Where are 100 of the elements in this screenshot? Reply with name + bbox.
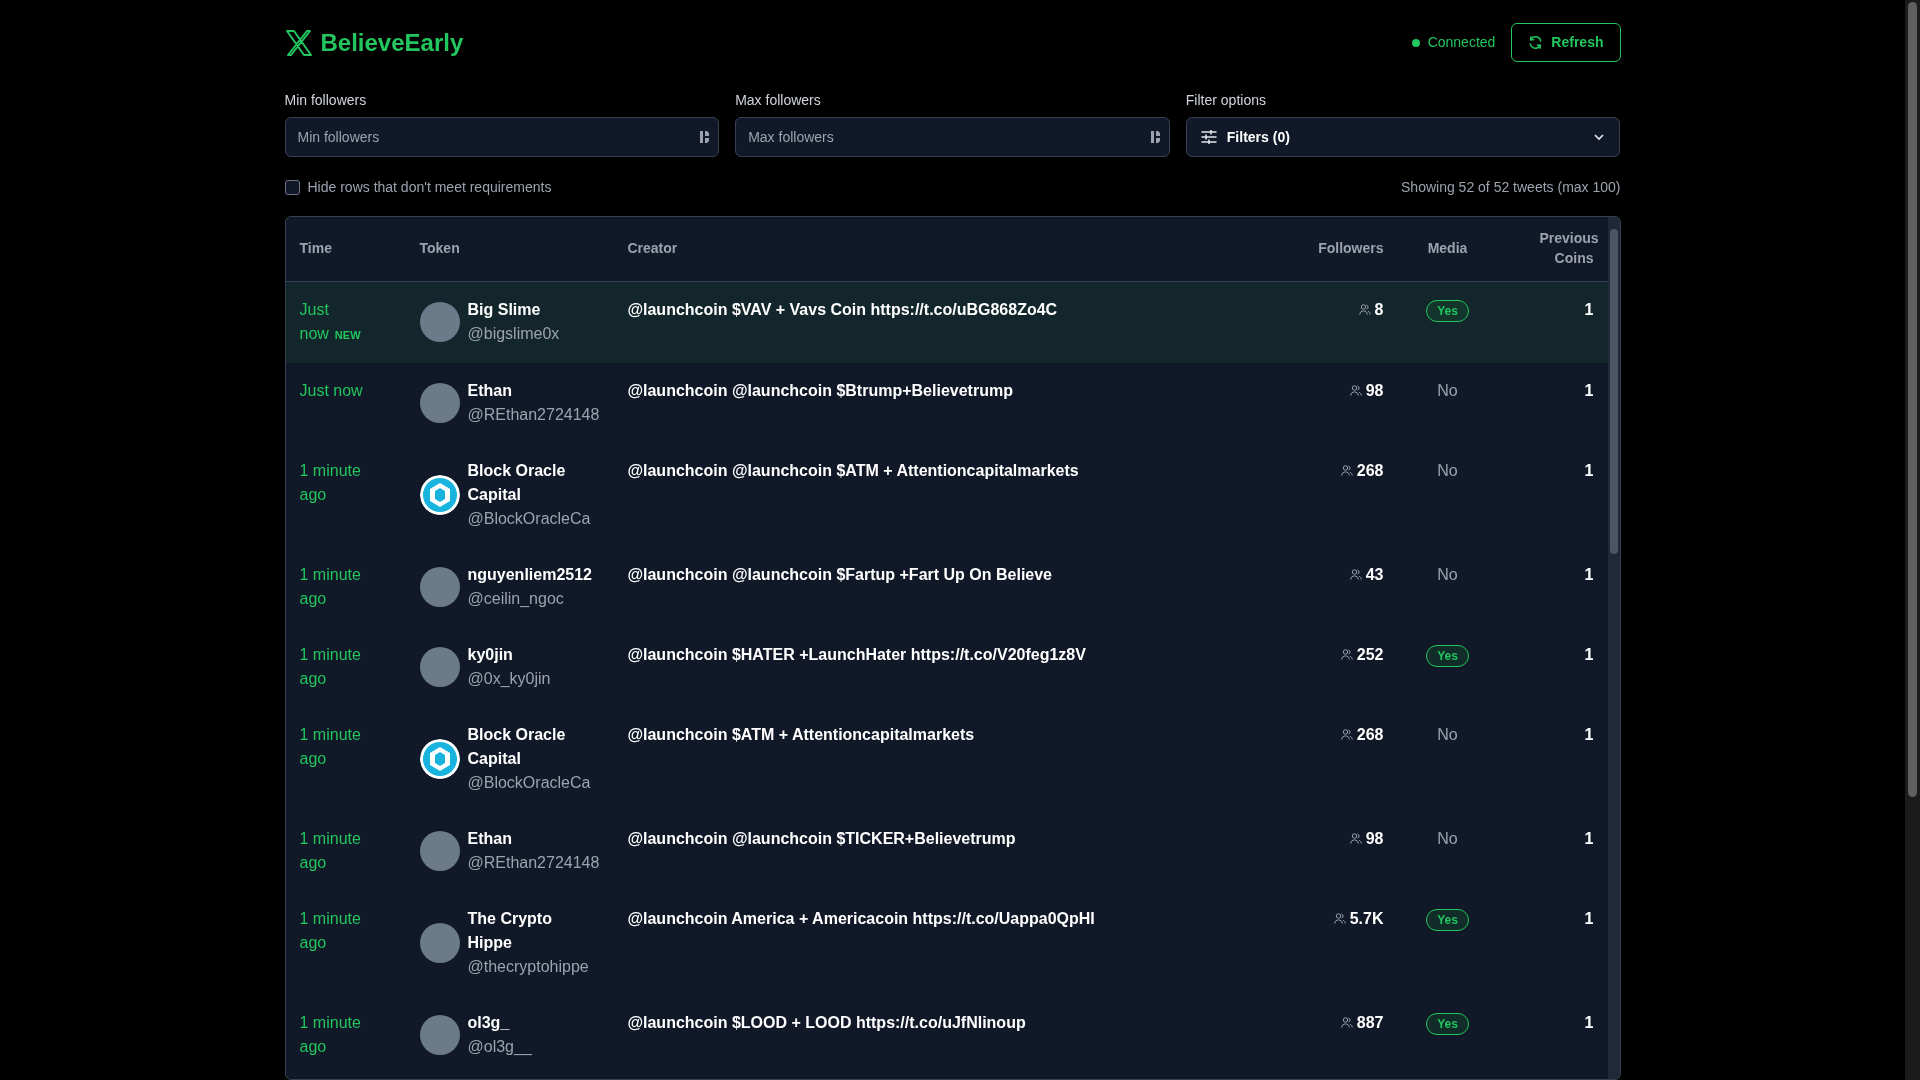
time-text: 1 minute ago: [299, 1013, 361, 1055]
people-icon: [1358, 304, 1371, 315]
people-icon: [1333, 913, 1346, 924]
refresh-icon: [1528, 35, 1544, 50]
creator-handle: @BlockOracleCa: [467, 772, 592, 793]
creator-name: ol3g_: [467, 1012, 511, 1033]
scrollbar[interactable]: [1607, 217, 1620, 1079]
creator-name: Ethan: [467, 380, 513, 401]
time-text: Just now: [299, 300, 329, 342]
avatar-placeholder: [419, 301, 460, 342]
people-icon: [1340, 729, 1353, 740]
media-text: No: [1437, 381, 1458, 399]
avatar-placeholder: [419, 566, 460, 607]
media-badge: Yes: [1426, 1012, 1469, 1035]
hexagon-logo-icon: [419, 474, 460, 515]
avatar-placeholder: [419, 382, 460, 423]
people-icon: [1340, 1017, 1353, 1028]
chevron-down-icon: [1593, 133, 1606, 141]
filter-label: Max followers: [735, 91, 822, 110]
creator-name: The Crypto Hippe: [467, 908, 553, 953]
app-title: BelieveEarly: [320, 27, 464, 58]
avatar-placeholder: [419, 1014, 460, 1055]
filter-label: Filter options: [1185, 91, 1267, 110]
time-text: 1 minute ago: [299, 565, 361, 607]
media-text: No: [1437, 829, 1458, 847]
people-icon: [1349, 385, 1362, 396]
follower-count: 43: [1365, 564, 1384, 585]
tweet-text: @launchcoin @launchcoin $TICKER+Believetrump: [627, 829, 1016, 847]
previous-coins-count: 1: [1584, 829, 1594, 847]
spinner-icon[interactable]: [1150, 130, 1161, 144]
tweet-text: @launchcoin America + Americacoin https://t.co/Uappa0QpHI: [627, 909, 1095, 927]
tweet-text: @launchcoin @launchcoin $Fartup +Fart Up On Believe: [627, 565, 1052, 583]
media-text: No: [1437, 725, 1458, 743]
tweet-text: @launchcoin @launchcoin $ATM + Attentioncapitalmarkets: [627, 461, 1079, 479]
media-badge: Yes: [1426, 908, 1469, 931]
number-input-field[interactable]: Max followers: [735, 117, 1170, 157]
time-text: 1 minute ago: [299, 725, 361, 767]
scrollbar[interactable]: [1905, 0, 1920, 1080]
column-header: Media: [1427, 240, 1468, 257]
creator-handle: @REthan2724148: [467, 404, 600, 425]
creator-name: Ethan: [467, 828, 513, 849]
follower-count: 5.7K: [1349, 908, 1384, 929]
media-badge: Yes: [1426, 299, 1469, 322]
connection-status: Connected: [1427, 33, 1496, 52]
tweet-text: @launchcoin $HATER +LaunchHater https://t.co/V20feg1z8V: [627, 645, 1086, 663]
avatar-placeholder: [419, 646, 460, 687]
time-text: 1 minute ago: [299, 461, 361, 503]
previous-coins-count: 1: [1584, 381, 1594, 399]
creator-handle: @ceilin_ngoc: [467, 588, 565, 609]
column-header: Creator: [627, 240, 678, 257]
previous-coins-count: 1: [1584, 725, 1594, 743]
follower-count: 268: [1356, 724, 1384, 745]
checkbox-label: Hide rows that don't meet requirements: [307, 178, 552, 197]
previous-coins-count: 1: [1584, 300, 1594, 318]
time-text: 1 minute ago: [299, 645, 361, 687]
previous-coins-count: 1: [1584, 461, 1594, 479]
number-input-field[interactable]: Min followers: [284, 117, 720, 157]
column-header: Followers: [1318, 240, 1384, 257]
refresh-button[interactable]: Refresh: [1511, 23, 1621, 62]
creator-name: Big Slime: [467, 299, 542, 320]
creator-handle: @bigslime0x: [467, 323, 560, 344]
creator-name: ky0jin: [467, 644, 514, 665]
creator-handle: @thecryptohippe: [467, 956, 590, 977]
follower-count: 98: [1365, 828, 1384, 849]
creator-handle: @REthan2724148: [467, 852, 600, 873]
follower-count: 8: [1374, 299, 1384, 320]
follower-count: 252: [1356, 644, 1384, 665]
checkbox[interactable]: [284, 180, 300, 195]
media-text: No: [1437, 565, 1458, 583]
time-text: 1 minute ago: [299, 909, 361, 951]
tweet-text: @launchcoin $LOOD + LOOD https://t.co/uJfNlinoup: [627, 1013, 1026, 1031]
avatar-placeholder: [419, 922, 460, 963]
time-text: Just now: [299, 381, 363, 399]
spinner-icon[interactable]: [700, 130, 711, 144]
filters-dropdown[interactable]: Filters (0): [1185, 117, 1621, 157]
tweet-text: @launchcoin $ATM + Attentioncapitalmarkets: [627, 725, 975, 743]
creator-handle: @ol3g__: [467, 1036, 532, 1057]
tweet-text: @launchcoin @launchcoin $Btrump+Believetrump: [627, 381, 1013, 399]
hexagon-logo-icon: [419, 738, 460, 779]
creator-name: nguyenliem2512: [467, 564, 592, 585]
media-text: No: [1437, 461, 1458, 479]
previous-coins-count: 1: [1584, 565, 1594, 583]
x-logo-icon: [284, 29, 313, 56]
follower-count: 268: [1356, 460, 1384, 481]
avatar-placeholder: [419, 830, 460, 871]
previous-coins-count: 1: [1584, 1013, 1594, 1031]
column-header: Token: [419, 240, 460, 257]
media-badge: Yes: [1426, 644, 1469, 667]
previous-coins-count: 1: [1584, 909, 1594, 927]
creator-handle: @0x_ky0jin: [467, 668, 551, 689]
column-header: Time: [299, 240, 332, 257]
people-icon: [1340, 465, 1353, 476]
tweet-count-summary: Showing 52 of 52 tweets (max 100): [1401, 178, 1621, 197]
sliders-icon: [1200, 130, 1217, 144]
people-icon: [1349, 569, 1362, 580]
filter-label: Min followers: [284, 91, 368, 110]
tweet-text: @launchcoin $VAV + Vavs Coin https://t.co/uBG868Zo4C: [627, 300, 1058, 318]
new-label: NEW: [334, 328, 361, 341]
follower-count: 887: [1356, 1012, 1384, 1033]
creator-handle: @BlockOracleCa: [467, 508, 592, 529]
